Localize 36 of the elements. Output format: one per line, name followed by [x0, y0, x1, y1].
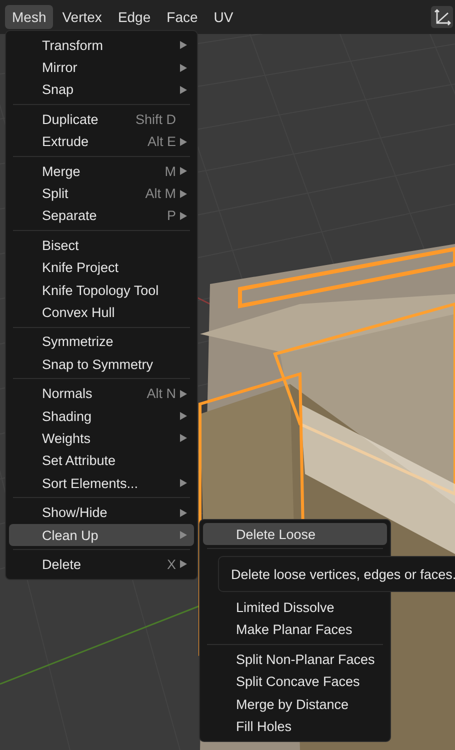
menu-item[interactable]: Fill Holes [203, 715, 387, 738]
menu-item[interactable]: Merge by Distance [203, 692, 387, 716]
menu-bar-item[interactable]: UV [206, 5, 240, 29]
menu-item[interactable]: Limited Dissolve [203, 596, 387, 619]
menu-item[interactable]: Snap [9, 78, 194, 102]
menu-item[interactable]: Mirror [9, 56, 194, 79]
menu-item[interactable]: Merge M [9, 160, 194, 182]
menu-item[interactable]: Delete Loose [203, 523, 387, 546]
menu-item[interactable]: Clean Up [9, 524, 194, 546]
menu-item[interactable]: Weights [9, 427, 194, 450]
menu-bar-item[interactable]: Vertex [55, 5, 109, 29]
menu-item[interactable]: Snap to Symmetry [9, 353, 194, 376]
menu-item[interactable]: Delete X [9, 553, 194, 576]
menu-item[interactable]: Bisect [9, 234, 194, 257]
menu-bar-item[interactable]: Mesh [5, 5, 54, 29]
axes-gizmo-icon[interactable] [431, 6, 453, 28]
menu-item[interactable]: Split Alt M [9, 182, 194, 205]
menu-item[interactable]: Show/Hide [9, 501, 194, 524]
menu-item[interactable]: Convex Hull [9, 301, 194, 324]
menu-item[interactable]: Sort Elements... [9, 472, 194, 494]
menu-item[interactable]: Shading [9, 404, 194, 428]
menu-bar-item[interactable]: Face [160, 5, 205, 29]
menu-item[interactable]: Normals Alt N [9, 382, 194, 405]
menu-item[interactable]: Extrude Alt E [9, 130, 194, 153]
menu-item[interactable]: Split Non-Planar Faces [203, 648, 387, 671]
menu-item[interactable]: Duplicate Shift D [9, 108, 194, 131]
menu-item[interactable]: Set Attribute [9, 450, 194, 472]
menu-item[interactable]: Split Concave Faces [203, 670, 387, 693]
menu-bar-item[interactable]: Edge [110, 5, 158, 29]
menu-item[interactable]: Knife Topology Tool [9, 278, 194, 302]
menu-item[interactable]: Knife Project [9, 256, 194, 279]
menu-item[interactable]: Make Planar Faces [203, 618, 387, 642]
menu-item[interactable]: Transform [9, 34, 194, 56]
menu-item[interactable]: Separate P [9, 204, 194, 228]
tooltip: Delete loose vertices, edges or faces. [218, 556, 455, 592]
menu-item[interactable]: Symmetrize [9, 330, 194, 354]
